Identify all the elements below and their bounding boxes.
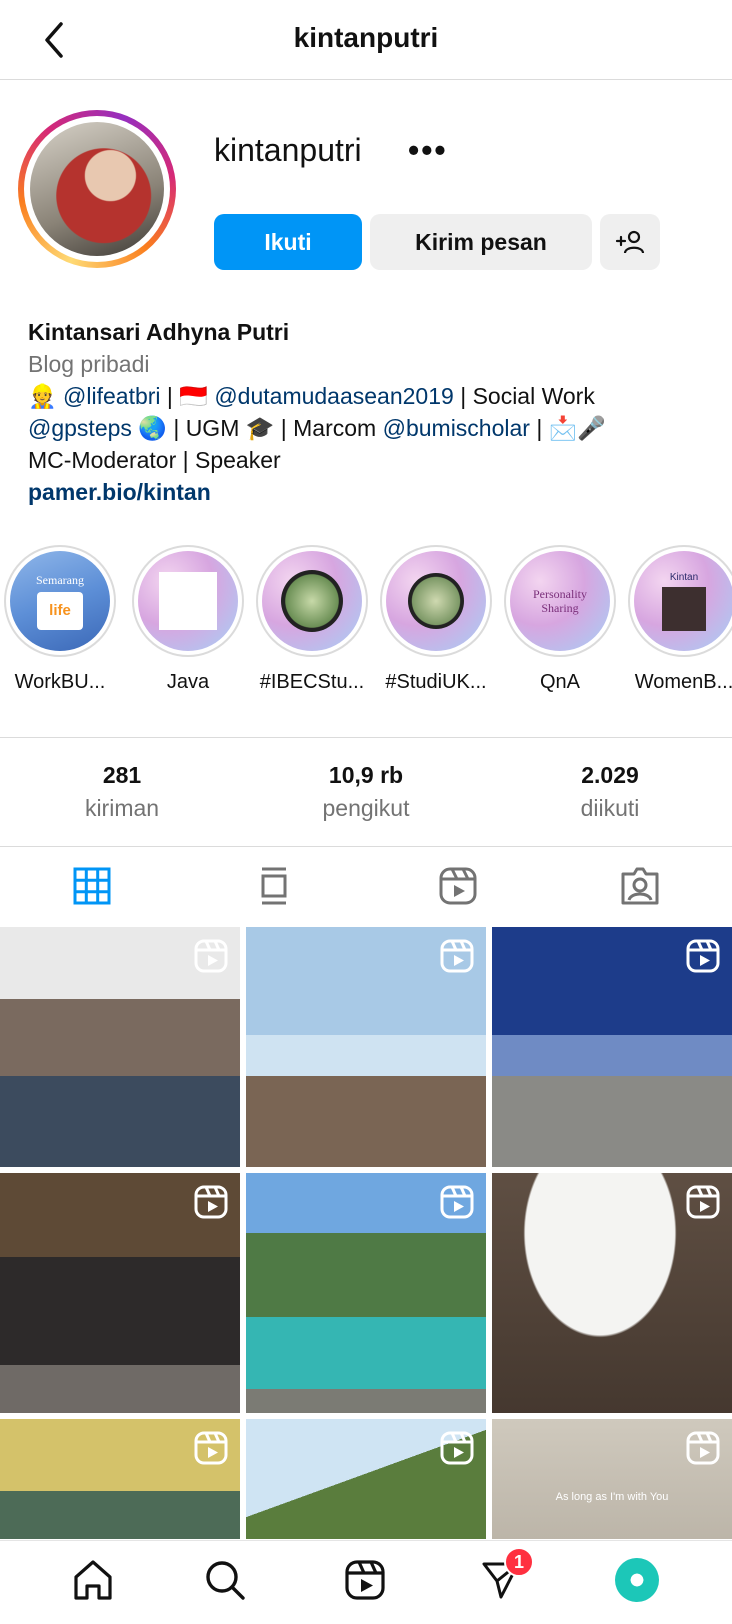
feed-icon: [261, 867, 287, 905]
following-stat[interactable]: 2.029 diikuti: [520, 762, 700, 822]
profile-tabs: [0, 848, 732, 926]
worker-emoji-icon: 👷: [28, 383, 57, 409]
mention-link[interactable]: @bumischolar: [383, 415, 530, 441]
microphone-icon: 🎤: [577, 415, 606, 441]
reels-icon: [194, 939, 228, 973]
reels-icon: [194, 1185, 228, 1219]
nav-reels[interactable]: [340, 1555, 390, 1605]
graduation-cap-icon: 🎓: [245, 415, 275, 441]
highlight-label: WorkBU...: [14, 671, 106, 693]
avatar-photo: [30, 122, 164, 256]
nav-search[interactable]: [200, 1555, 250, 1605]
reels-icon: [194, 1431, 228, 1465]
post-thumbnail[interactable]: [246, 1173, 486, 1413]
post-thumbnail[interactable]: [246, 1419, 486, 1539]
reels-icon: [686, 1431, 720, 1465]
category-label: Blog pribadi: [28, 351, 150, 377]
notification-badge: 1: [504, 1547, 534, 1577]
profile-username: kintanputri: [214, 132, 362, 168]
nav-profile[interactable]: [612, 1555, 662, 1605]
nav-home[interactable]: [68, 1555, 118, 1605]
post-thumbnail[interactable]: [0, 927, 240, 1167]
bottom-navigation: 1: [0, 1540, 732, 1624]
tagged-user-icon: [621, 867, 659, 905]
reels-icon: [440, 1431, 474, 1465]
reels-icon: [686, 1185, 720, 1219]
search-icon: [206, 1561, 245, 1600]
tab-tagged[interactable]: [616, 862, 664, 910]
highlight-item[interactable]: Java: [130, 545, 246, 694]
post-caption: As long as I'm with You: [555, 1491, 669, 1503]
message-button[interactable]: Kirim pesan: [370, 214, 592, 270]
indonesia-flag-icon: 🇮🇩: [179, 383, 208, 409]
profile-avatar[interactable]: [18, 110, 176, 268]
profile-bio: Kintansari Adhyna Putri Blog pribadi 👷 @…: [28, 316, 718, 508]
highlight-item[interactable]: Kintan WomenB...: [626, 545, 732, 694]
mail-icon: 📩: [548, 415, 578, 441]
tab-grid[interactable]: [68, 862, 116, 910]
followers-stat[interactable]: 10,9 rb pengikut: [276, 762, 456, 822]
highlight-item[interactable]: #StudiUK...: [378, 545, 494, 694]
tab-feed[interactable]: [250, 862, 298, 910]
bio-line: MC-Moderator | Speaker: [28, 447, 281, 473]
posts-stat[interactable]: 281 kiriman: [32, 762, 212, 822]
highlight-label: Java: [166, 671, 210, 693]
reels-icon: [345, 1560, 385, 1600]
post-thumbnail[interactable]: [0, 1173, 240, 1413]
posts-grid: As long as I'm with You: [0, 927, 732, 1539]
home-icon: [74, 1560, 112, 1600]
profile-link[interactable]: pamer.bio/kintan: [28, 476, 718, 508]
highlight-label: #IBECStu...: [259, 671, 365, 693]
mention-link[interactable]: @gpsteps: [28, 415, 132, 441]
profile-stats: 281 kiriman 10,9 rb pengikut 2.029 diiku…: [0, 737, 732, 847]
page-title: kintanputri: [293, 22, 439, 53]
more-options-icon[interactable]: •••: [408, 132, 448, 169]
reels-icon: [686, 939, 720, 973]
full-name: Kintansari Adhyna Putri: [28, 319, 290, 345]
highlight-label: #StudiUK...: [385, 671, 487, 693]
nav-messages[interactable]: 1: [476, 1547, 534, 1605]
post-thumbnail[interactable]: [492, 1173, 732, 1413]
life-at-bri-logo: life: [37, 591, 83, 630]
post-thumbnail[interactable]: As long as I'm with You: [492, 1419, 732, 1539]
reels-icon: [440, 1185, 474, 1219]
highlight-item[interactable]: #IBECStu...: [254, 545, 370, 694]
grid-icon: [73, 867, 111, 905]
post-thumbnail[interactable]: [492, 927, 732, 1167]
story-highlights: Semarang life WorkBU... Java #IBECStu...…: [0, 545, 732, 705]
highlight-label: QnA: [539, 671, 581, 693]
mention-link[interactable]: @dutamudaasean2019: [214, 383, 453, 409]
reels-icon: [440, 939, 474, 973]
add-user-icon: [615, 230, 645, 254]
profile-avatar-small: [615, 1558, 659, 1602]
top-bar: kintanputri: [0, 0, 732, 80]
globe-emoji-icon: 🌏: [138, 415, 167, 441]
reels-icon: [439, 867, 477, 905]
suggested-users-button[interactable]: [600, 214, 660, 270]
highlight-label: WomenB...: [634, 671, 732, 693]
follow-button[interactable]: Ikuti: [214, 214, 362, 270]
highlight-item[interactable]: Personality Sharing QnA: [502, 545, 618, 694]
bio-line: @gpsteps 🌏 | UGM 🎓 | Marcom @bumischolar…: [28, 415, 606, 441]
post-thumbnail[interactable]: [0, 1419, 240, 1539]
highlight-item[interactable]: Semarang life WorkBU...: [2, 545, 118, 694]
tab-reels[interactable]: [434, 862, 482, 910]
mention-link[interactable]: @lifeatbri: [63, 383, 161, 409]
bio-line: 👷 @lifeatbri | 🇮🇩 @dutamudaasean2019 | S…: [28, 383, 595, 409]
post-thumbnail[interactable]: [246, 927, 486, 1167]
